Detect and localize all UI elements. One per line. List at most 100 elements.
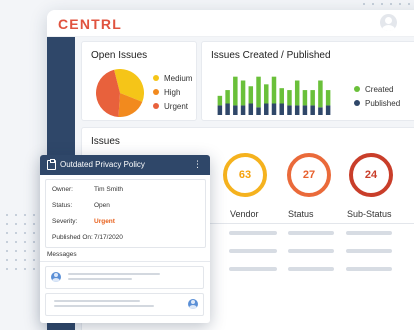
table-cell-placeholder: [288, 267, 334, 271]
legend-item-created: Created: [354, 82, 400, 96]
issues-created-published-card: Issues Created / Published Created Publi…: [201, 41, 414, 121]
bar-published[interactable]: [287, 105, 292, 115]
counter-value: 27: [302, 169, 316, 181]
bar-created[interactable]: [294, 80, 300, 106]
bar-created[interactable]: [217, 95, 223, 106]
message-avatar-icon: [51, 272, 61, 282]
field-value-owner: Tim Smith: [94, 186, 124, 193]
field-value-severity: Urgent: [94, 218, 115, 225]
field-value-status: Open: [94, 202, 110, 209]
legend-item-urgent: Urgent: [153, 99, 192, 113]
decorative-dot-grid: [6, 214, 44, 270]
bar-published[interactable]: [264, 103, 269, 116]
legend-label: High: [164, 87, 181, 97]
bar-created[interactable]: [318, 80, 323, 108]
table-cell-placeholder: [229, 267, 277, 271]
legend-label: Created: [365, 84, 394, 94]
issues-chart-legend: Created Published: [354, 82, 400, 110]
bar-published[interactable]: [256, 107, 261, 115]
bar-published[interactable]: [279, 103, 284, 116]
legend-label: Medium: [164, 73, 193, 83]
issues-chart-title: Issues Created / Published: [211, 50, 331, 61]
counter-value: 24: [364, 169, 378, 181]
field-value-published-on: 7/17/2020: [94, 234, 123, 241]
bar-created[interactable]: [310, 90, 315, 106]
issue-detail-popup: Outdated Privacy Policy ⋮ Owner: Tim Smi…: [40, 155, 210, 323]
field-label-severity: Severity:: [52, 218, 78, 225]
field-label-published-on: Published On:: [52, 234, 93, 241]
bar-published[interactable]: [271, 103, 277, 116]
table-header-divider: [210, 223, 414, 224]
counter-medium[interactable]: 63: [223, 153, 267, 197]
popup-title: Outdated Privacy Policy: [60, 160, 145, 169]
top-bar: CENTRL: [47, 10, 414, 37]
logo: CENTRL: [58, 16, 122, 32]
bar-published[interactable]: [248, 103, 254, 116]
bar-created[interactable]: [279, 88, 284, 104]
bar-published[interactable]: [294, 105, 300, 115]
message-text-placeholder: [68, 278, 132, 280]
bar-published[interactable]: [225, 103, 230, 116]
bar-published[interactable]: [310, 105, 315, 115]
messages-divider: [40, 261, 210, 262]
message-text-placeholder: [54, 305, 154, 307]
clipboard-icon: [47, 159, 56, 170]
bar-created[interactable]: [240, 80, 246, 106]
column-header-sub-status[interactable]: Sub-Status: [347, 209, 392, 219]
more-options-icon[interactable]: ⋮: [193, 159, 202, 170]
issues-title: Issues: [91, 136, 120, 147]
bar-created[interactable]: [264, 84, 269, 104]
legend-swatch-medium: [153, 75, 159, 81]
field-label-owner: Owner:: [52, 186, 73, 193]
counter-urgent[interactable]: 24: [349, 153, 393, 197]
bar-created[interactable]: [248, 86, 254, 104]
bar-published[interactable]: [217, 105, 223, 115]
table-cell-placeholder: [346, 267, 392, 271]
bar-created[interactable]: [302, 90, 308, 106]
bar-published[interactable]: [318, 107, 323, 115]
open-issues-legend: Medium High Urgent: [153, 71, 192, 113]
message-avatar-icon: [188, 299, 198, 309]
bar-created[interactable]: [225, 90, 230, 104]
legend-label: Urgent: [164, 101, 189, 111]
legend-swatch-high: [153, 89, 159, 95]
table-cell-placeholder: [288, 231, 334, 235]
bar-published[interactable]: [325, 105, 331, 115]
message-text-placeholder: [68, 273, 160, 275]
counter-high[interactable]: 27: [287, 153, 331, 197]
legend-swatch-created: [354, 86, 360, 92]
legend-label: Published: [365, 98, 401, 108]
table-cell-placeholder: [346, 249, 392, 253]
bar-created[interactable]: [287, 90, 292, 106]
legend-item-published: Published: [354, 96, 400, 110]
table-cell-placeholder: [229, 231, 277, 235]
bar-published[interactable]: [240, 105, 246, 115]
bar-created[interactable]: [256, 76, 261, 108]
bar-published[interactable]: [302, 105, 308, 115]
user-avatar-icon[interactable]: [380, 14, 397, 31]
popup-header: Outdated Privacy Policy ⋮: [40, 155, 210, 175]
legend-item-high: High: [153, 85, 192, 99]
message-item[interactable]: [45, 293, 204, 316]
field-label-status: Status:: [52, 202, 73, 209]
column-header-vendor[interactable]: Vendor: [230, 209, 259, 219]
open-issues-title: Open Issues: [91, 50, 148, 61]
legend-swatch-published: [354, 100, 360, 106]
bar-created[interactable]: [325, 90, 331, 106]
bar-created[interactable]: [233, 76, 238, 106]
table-cell-placeholder: [288, 249, 334, 253]
counter-value: 63: [238, 169, 252, 181]
message-text-placeholder: [54, 300, 140, 302]
bar-published[interactable]: [233, 105, 238, 115]
table-cell-placeholder: [229, 249, 277, 253]
table-cell-placeholder: [346, 231, 392, 235]
issue-details: Owner: Tim Smith Status: Open Severity: …: [45, 179, 206, 248]
open-issues-card: Open Issues Medium High Urgent: [81, 41, 197, 121]
legend-item-medium: Medium: [153, 71, 192, 85]
bar-created[interactable]: [271, 76, 277, 104]
message-item[interactable]: [45, 266, 204, 289]
messages-title: Messages: [47, 251, 77, 258]
column-header-status[interactable]: Status: [288, 209, 314, 219]
open-issues-pie-chart: [96, 69, 144, 117]
issues-bar-chart: [217, 76, 331, 116]
